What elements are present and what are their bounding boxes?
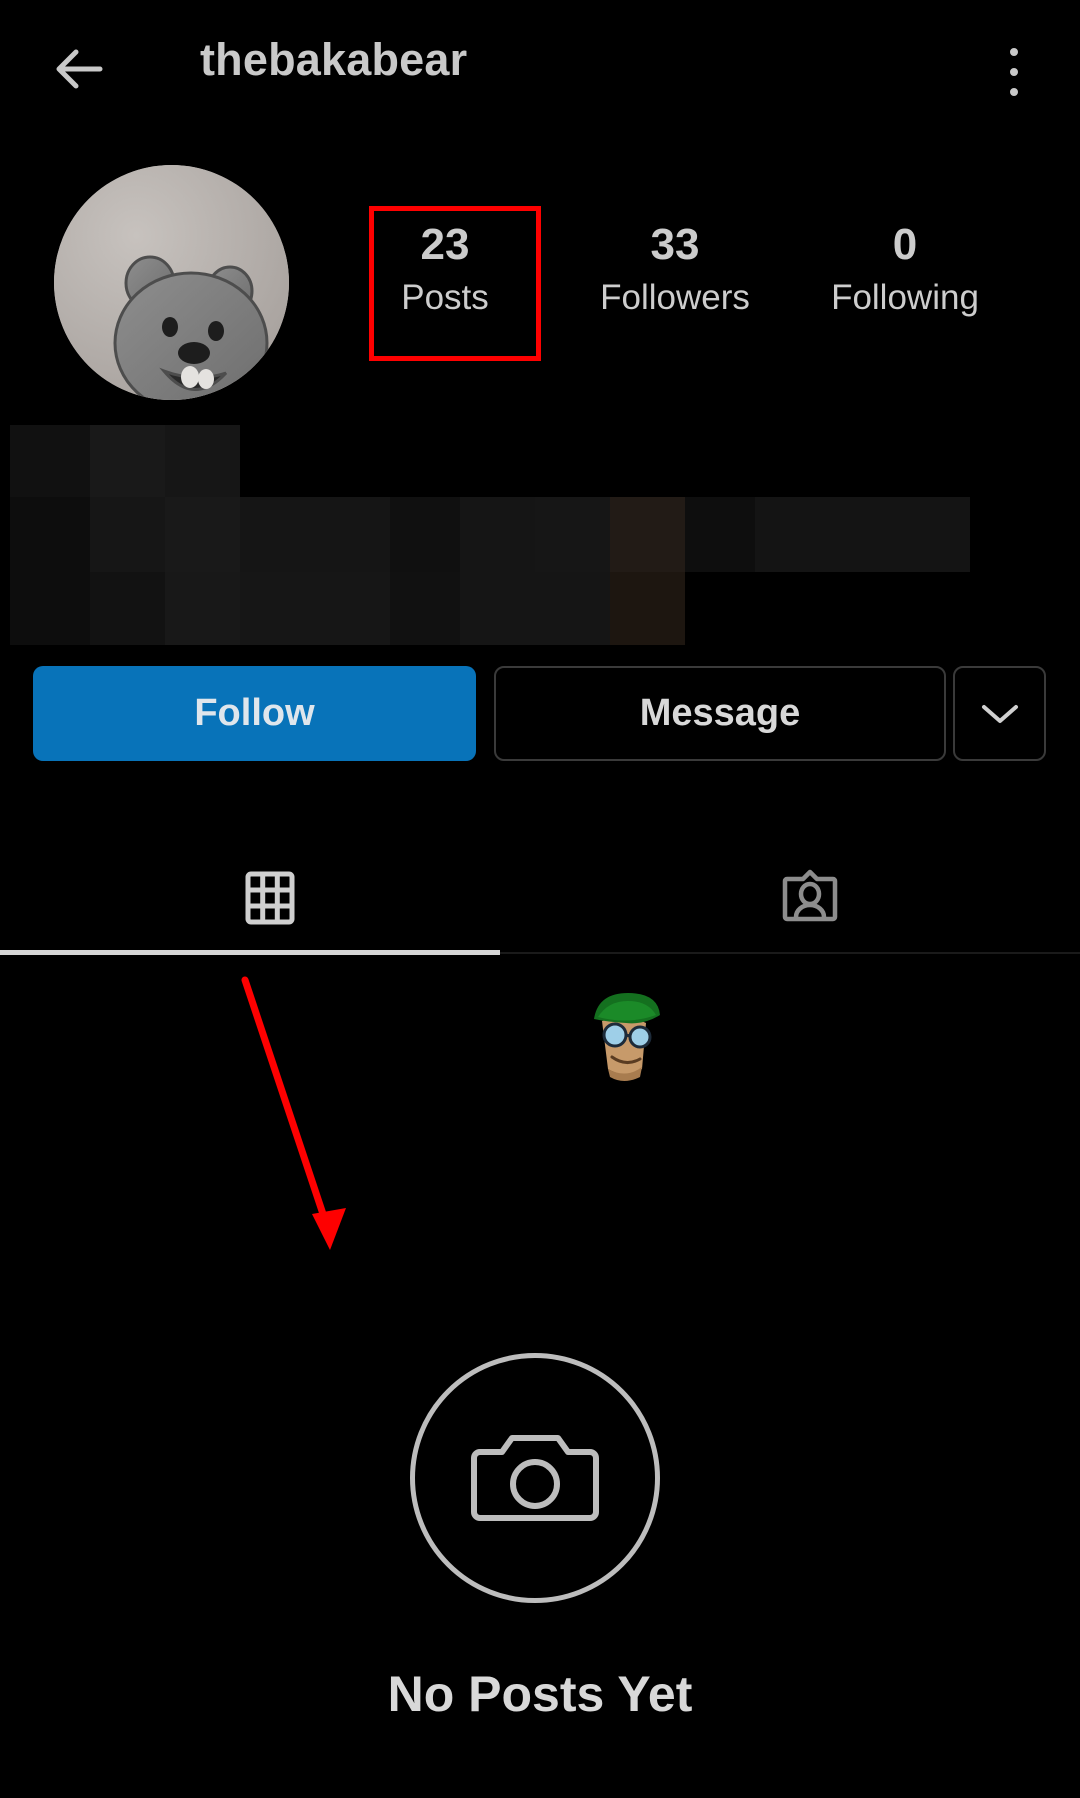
stat-following-value: 0 bbox=[892, 220, 918, 269]
stat-posts[interactable]: 23 Posts bbox=[330, 220, 560, 321]
profile-actions: Follow Message bbox=[0, 666, 1080, 766]
stat-followers-value: 33 bbox=[650, 220, 700, 269]
chevron-down-icon[interactable] bbox=[953, 666, 1046, 761]
stat-posts-value: 23 bbox=[420, 220, 470, 269]
tab-tagged[interactable] bbox=[540, 848, 1080, 953]
emoji-sticker bbox=[578, 985, 674, 1095]
tab-grid[interactable] bbox=[0, 848, 540, 953]
arrow-annotation bbox=[200, 950, 420, 1300]
message-button[interactable]: Message bbox=[494, 666, 946, 761]
grid-icon bbox=[242, 870, 298, 931]
profile-stats: 23 Posts 33 Followers 0 Following bbox=[330, 220, 1020, 321]
stat-followers-label: Followers bbox=[600, 278, 750, 318]
follow-button[interactable]: Follow bbox=[33, 666, 476, 761]
profile-tabs bbox=[0, 848, 1080, 953]
tagged-person-icon bbox=[781, 869, 839, 932]
overflow-menu-icon[interactable] bbox=[1010, 48, 1018, 96]
avatar[interactable] bbox=[54, 165, 289, 400]
stat-following[interactable]: 0 Following bbox=[790, 220, 1020, 321]
back-arrow-icon[interactable] bbox=[48, 38, 110, 100]
stat-followers[interactable]: 33 Followers bbox=[560, 220, 790, 321]
empty-state-title: No Posts Yet bbox=[387, 1666, 693, 1722]
stat-following-label: Following bbox=[831, 278, 979, 318]
top-bar: thebakabear bbox=[0, 0, 1080, 135]
page-title: thebakabear bbox=[200, 34, 468, 85]
active-tab-underline bbox=[0, 950, 500, 955]
camera-icon bbox=[410, 1353, 660, 1603]
stat-posts-label: Posts bbox=[401, 278, 489, 318]
bio-redacted-area bbox=[0, 425, 1080, 645]
